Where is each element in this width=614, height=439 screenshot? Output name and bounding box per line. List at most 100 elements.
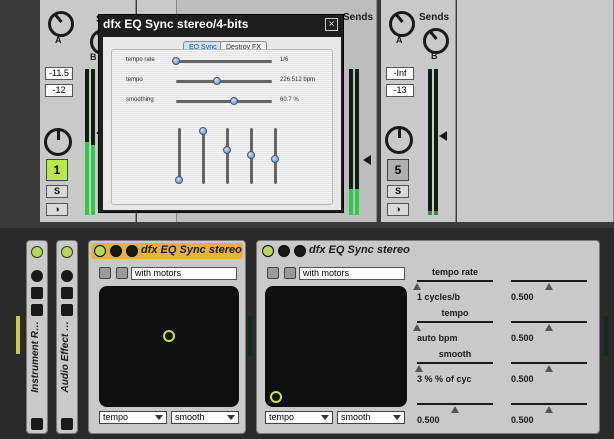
xy-pad[interactable] [99,286,239,407]
channel-strip-right: A Sends B -Inf -13 5 S ◑ [381,0,456,222]
volume-fader-handle-right[interactable] [439,131,447,141]
eq-band-thumb[interactable] [199,126,207,135]
plugin-window-title: dfx EQ Sync stereo/4-bits [103,17,249,31]
y-param-dropdown-2[interactable]: smooth [337,411,405,424]
param-slider-line[interactable] [417,321,493,323]
pan-readout[interactable]: -12 [45,84,73,97]
slider-thumb[interactable] [229,97,238,105]
slider-value: 60.7 % [280,97,299,103]
eq-band-thumb[interactable] [223,146,231,155]
preset-2-save-icon[interactable] [284,267,296,279]
rack-macro-icon[interactable] [31,304,43,316]
eq-band-thumb[interactable] [175,176,183,185]
xy-handle-2[interactable] [270,390,283,403]
preset-save-icon[interactable] [116,267,128,279]
param-slider-line[interactable] [511,362,587,364]
slider-thumb[interactable] [172,57,180,65]
param-slider-line[interactable] [511,403,587,405]
sends-label-right: Sends [419,12,450,23]
fx-rack-chain-icon[interactable] [61,270,73,282]
slider-value: 1/6 [280,57,289,63]
fx-rack-list-icon[interactable] [61,287,73,299]
rack-activator-icon[interactable] [31,246,43,258]
preset-2-name[interactable]: with motors [299,267,405,280]
channel-strip-edge [457,0,614,222]
device-2-wrench-icon[interactable] [294,245,306,257]
fx-rack-save-icon[interactable] [61,418,73,430]
plugin-body: EQ Sync Destroy FX tempo rate 1/6 tempo 226… [103,37,341,210]
param-slider-thumb[interactable] [545,365,553,372]
param-label: tempo [441,308,469,318]
device-fold-icon[interactable] [110,245,122,257]
mid-fader-handle[interactable] [363,155,371,165]
param-slider-thumb[interactable] [451,406,459,413]
slider-track[interactable] [176,80,272,83]
volume-readout-right[interactable]: -Inf [386,67,414,80]
xy-handle[interactable] [163,329,175,342]
volume-readout[interactable]: -11.5 [45,67,73,80]
send-a-knob[interactable] [48,11,74,37]
x-param-dropdown-2[interactable]: tempo [265,411,333,424]
send-a-knob-right[interactable] [389,11,415,37]
device-wrench-icon[interactable] [126,245,138,257]
eq-band-thumb[interactable] [271,154,279,163]
fx-rack-activator-icon[interactable] [61,246,73,258]
arm-button-right[interactable]: ◑ [387,203,409,216]
x-param-dropdown[interactable]: tempo [99,411,167,424]
audio-effect-rack-label: Audio Effect … [60,321,71,393]
param-slider-thumb[interactable] [415,365,424,372]
device-2: dfx EQ Sync stereo with motors tempo smo… [256,240,600,434]
preset-2-load-icon[interactable] [267,267,279,279]
arm-button[interactable]: ◑ [46,203,68,216]
rack-save-icon[interactable] [31,418,43,430]
rack-meter [16,316,20,356]
y-param-value: smooth [175,412,205,422]
track-activator-right[interactable]: 5 [387,159,409,181]
send-a-label-right: A [396,35,403,45]
slider-label: smoothing [126,97,154,103]
pan-knob[interactable] [44,128,72,156]
rack-list-icon[interactable] [31,287,43,299]
param-slider-line[interactable] [511,280,587,282]
device-2-fold-icon[interactable] [278,245,290,257]
xy-pad-2[interactable] [265,286,407,407]
param-value: 0.500 [511,292,534,302]
param-slider-thumb[interactable] [413,324,421,331]
track-activator[interactable]: 1 [46,159,68,181]
fx-rack-macro-icon[interactable] [61,304,73,316]
param-slider-thumb[interactable] [545,283,553,290]
audio-effect-rack[interactable]: Audio Effect … [56,240,78,434]
param-slider-thumb[interactable] [545,406,553,413]
slider-track[interactable] [176,60,272,63]
device-2-activator-icon[interactable] [262,245,274,257]
close-icon[interactable]: × [325,18,338,31]
device-2-header[interactable]: dfx EQ Sync stereo [259,243,597,259]
param-slider-line[interactable] [417,280,493,282]
send-b-label: B [90,52,97,62]
device-1-header[interactable]: dfx EQ Sync stereo [91,243,243,259]
eq-band-track[interactable] [226,128,229,184]
param-slider-thumb[interactable] [413,283,421,290]
preset-name[interactable]: with motors [131,267,237,280]
solo-button[interactable]: S [46,185,68,198]
param-label: tempo rate [431,267,478,277]
preset-load-icon[interactable] [99,267,111,279]
plugin-window[interactable]: dfx EQ Sync stereo/4-bits × EQ Sync Dest… [98,14,344,213]
param-slider-line[interactable] [417,403,493,405]
slider-track[interactable] [176,100,272,103]
param-slider-line[interactable] [511,321,587,323]
solo-button-right[interactable]: S [387,185,409,198]
eq-band-thumb[interactable] [247,150,255,159]
device-activator-icon[interactable] [94,245,106,257]
param-value: 0.500 [511,374,534,384]
plugin-panel: tempo rate 1/6 tempo 226.512 bpm smoothing 60… [111,49,333,205]
param-slider-line[interactable] [417,362,493,364]
pan-readout-right[interactable]: -13 [386,84,414,97]
pan-knob-right[interactable] [385,126,413,154]
instrument-rack[interactable]: Instrument R… [26,240,48,434]
param-slider-thumb[interactable] [545,324,553,331]
y-param-dropdown[interactable]: smooth [171,411,239,424]
rack-chain-icon[interactable] [31,270,43,282]
slider-thumb[interactable] [213,77,222,85]
eq-band-track[interactable] [202,128,205,184]
